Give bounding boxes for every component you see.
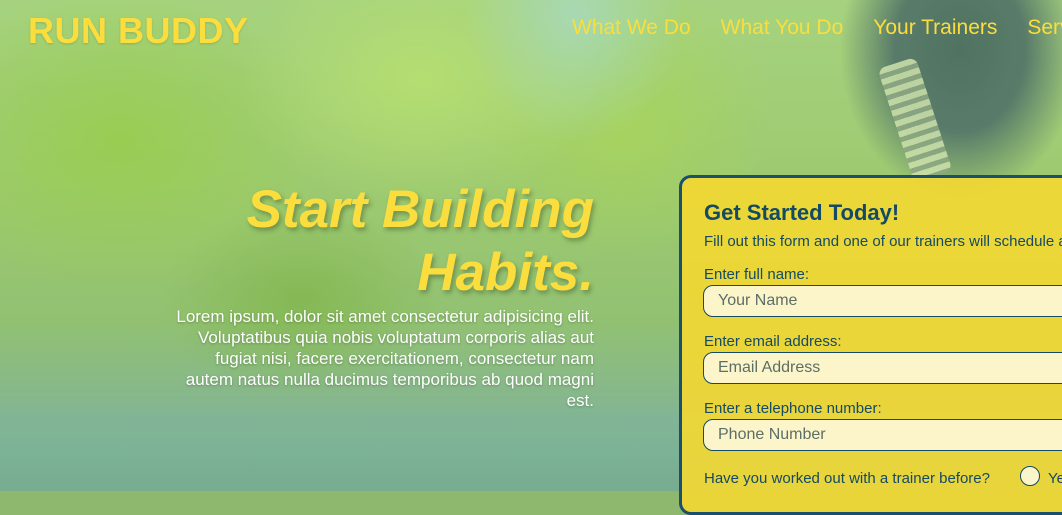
nav-link-services[interactable]: Services [1027, 16, 1062, 40]
site-logo[interactable]: RUN BUDDY [28, 10, 249, 52]
trainer-yes-label[interactable]: Yes [1048, 470, 1062, 487]
site-header: RUN BUDDY What We Do What You Do Your Tr… [0, 0, 1062, 60]
nav-link-your-trainers[interactable]: Your Trainers [873, 16, 997, 40]
phone-field-label: Enter a telephone number: [704, 400, 882, 417]
hero-title-line-2: Habits. [417, 243, 594, 302]
name-input[interactable] [703, 285, 1062, 317]
phone-input[interactable] [703, 419, 1062, 451]
form-intro: Fill out this form and one of our traine… [704, 233, 1062, 250]
hero-title: Start Building Habits. [170, 178, 594, 304]
trainer-yes-radio[interactable] [1020, 466, 1040, 486]
main-nav: What We Do What You Do Your Trainers Ser… [572, 16, 1062, 40]
nav-link-what-we-do[interactable]: What We Do [572, 16, 691, 40]
trainer-question-label: Have you worked out with a trainer befor… [704, 470, 990, 487]
form-title: Get Started Today! [704, 200, 900, 225]
nav-link-what-you-do[interactable]: What You Do [721, 16, 844, 40]
email-input[interactable] [703, 352, 1062, 384]
hero-description: Lorem ipsum, dolor sit amet consectetur … [176, 307, 594, 410]
signup-form: Get Started Today! Fill out this form an… [679, 175, 1062, 515]
hero-title-line-1: Start Building [246, 180, 594, 239]
name-field-label: Enter full name: [704, 266, 810, 283]
email-field-label: Enter email address: [704, 333, 842, 350]
